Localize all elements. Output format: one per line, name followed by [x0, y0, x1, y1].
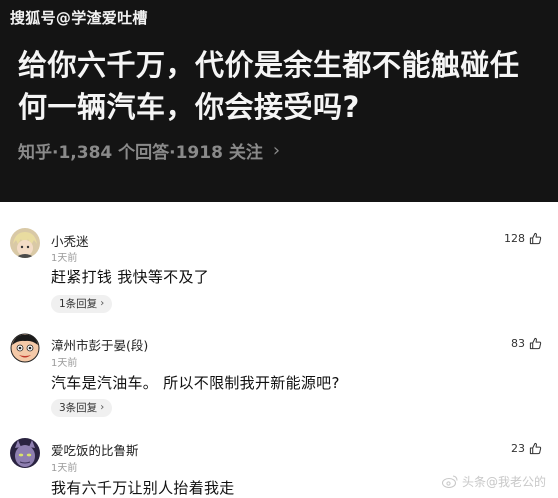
question-card[interactable]: 搜狐号@学渣爱吐槽 给你六千万，代价是余生都不能触碰任何一辆汽车，你会接受吗? …	[0, 0, 558, 202]
comment-text: 汽车是汽油车。 所以不限制我开新能源吧?	[51, 374, 340, 392]
question-title[interactable]: 给你六千万，代价是余生都不能触碰任何一辆汽车，你会接受吗?	[18, 44, 548, 128]
avatar[interactable]	[10, 228, 40, 258]
comment-text: 赶紧打钱 我快等不及了	[51, 268, 210, 286]
view-replies-button[interactable]: 3条回复 ›	[51, 399, 113, 417]
question-meta[interactable]: 知乎·1,384 个回答·1918 关注 ›	[18, 138, 280, 163]
avatar[interactable]	[10, 333, 40, 363]
source-tag: 搜狐号@学渣爱吐槽	[10, 9, 148, 27]
like-count: 23	[511, 442, 525, 455]
watermark-text: 头条@我老公的	[461, 475, 546, 489]
comment-item: 小秃迷 1天前 赶紧打钱 我快等不及了 1条回复 › 128	[0, 222, 558, 322]
thumbs-up-icon	[529, 442, 542, 455]
like-button[interactable]: 23	[511, 442, 542, 455]
reply-count: 1条回复	[59, 298, 98, 310]
question-meta-text: 知乎·1,384 个回答·1918 关注	[18, 143, 263, 163]
screenshot-page: 搜狐号@学渣爱吐槽 给你六千万，代价是余生都不能触碰任何一辆汽车，你会接受吗? …	[0, 0, 558, 498]
like-button[interactable]: 83	[511, 337, 542, 350]
watermark: 头条@我老公的	[441, 473, 546, 490]
comment-item: 漳州市彭于晏(段) 1天前 汽车是汽油车。 所以不限制我开新能源吧? 3条回复 …	[0, 327, 558, 427]
thumbs-up-icon	[529, 337, 542, 350]
weibo-logo-icon	[441, 475, 458, 488]
thumbs-up-icon	[529, 232, 542, 245]
comment-author[interactable]: 漳州市彭于晏(段)	[51, 335, 148, 354]
like-count: 128	[504, 232, 525, 245]
comment-time: 1天前	[51, 358, 78, 369]
view-replies-button[interactable]: 1条回复 ›	[51, 295, 113, 313]
comment-author[interactable]: 爱吃饭的比鲁斯	[51, 440, 139, 459]
chevron-right-icon: ›	[100, 298, 105, 309]
chevron-right-icon: ›	[272, 140, 281, 161]
avatar[interactable]	[10, 438, 40, 468]
comment-time: 1天前	[51, 253, 78, 264]
comment-time: 1天前	[51, 463, 78, 474]
comment-author[interactable]: 小秃迷	[51, 231, 89, 250]
comment-text: 我有六千万让别人抬着我走	[51, 479, 235, 497]
like-count: 83	[511, 337, 525, 350]
chevron-right-icon: ›	[100, 402, 105, 413]
like-button[interactable]: 128	[504, 232, 542, 245]
reply-count: 3条回复	[59, 402, 98, 414]
